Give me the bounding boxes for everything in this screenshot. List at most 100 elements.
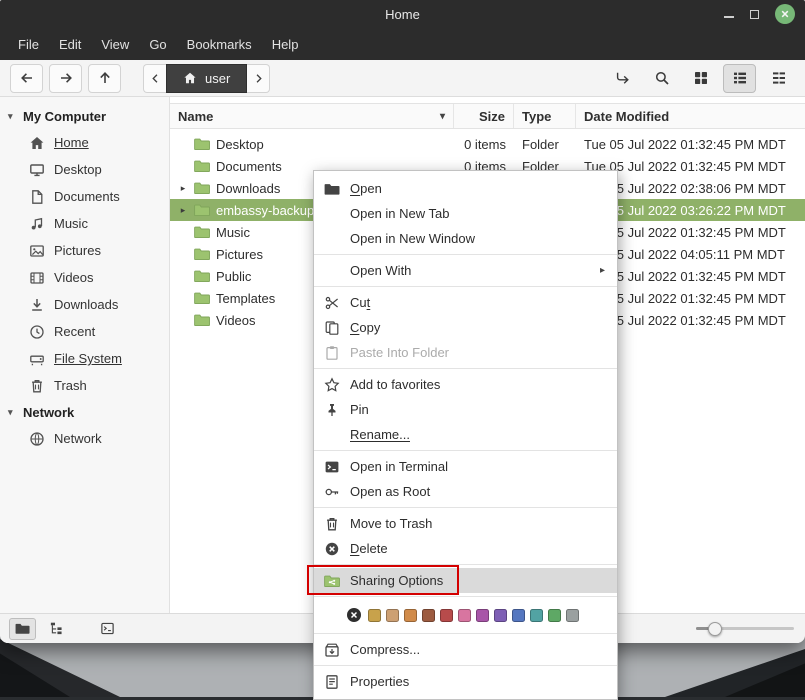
column-header-type[interactable]: Type (514, 104, 576, 128)
menu-item-label: Properties (350, 674, 409, 689)
sidebar-item-pictures[interactable]: Pictures (0, 237, 169, 264)
sidebar-item-home[interactable]: Home (0, 129, 169, 156)
zoom-slider[interactable] (696, 619, 794, 639)
menubar-item-help[interactable]: Help (262, 32, 309, 57)
menu-item-label: Open in New Window (350, 231, 475, 246)
sidebar-item-label: Trash (54, 378, 87, 393)
menubar-item-bookmarks[interactable]: Bookmarks (177, 32, 262, 57)
color-swatch[interactable] (530, 609, 543, 622)
menu-item-move-to-trash[interactable]: Move to Trash (314, 511, 617, 536)
up-button[interactable] (88, 64, 121, 93)
sidebar-item-desktop[interactable]: Desktop (0, 156, 169, 183)
file-name: Templates (216, 291, 275, 306)
trash-icon (324, 516, 340, 532)
color-swatch[interactable] (512, 609, 525, 622)
minimize-icon (724, 16, 734, 18)
color-swatch[interactable] (548, 609, 561, 622)
close-button[interactable] (775, 4, 795, 24)
back-button[interactable] (10, 64, 43, 93)
menu-item-open-in-new-window[interactable]: Open in New Window (314, 226, 617, 251)
column-header-date-modified[interactable]: Date Modified (576, 104, 805, 128)
menu-item-compress[interactable]: Compress... (314, 637, 617, 662)
sidebar-item-downloads[interactable]: Downloads (0, 291, 169, 318)
sidebar-item-network[interactable]: Network (0, 425, 169, 452)
terminal-icon (324, 459, 340, 475)
minimize-button[interactable] (724, 10, 734, 18)
sidebar-section-header[interactable]: ▾Network (0, 399, 169, 425)
color-swatch[interactable] (368, 609, 381, 622)
menu-item-label: Cut (350, 295, 370, 310)
color-swatch[interactable] (404, 609, 417, 622)
forward-button[interactable] (49, 64, 82, 93)
sidebar-item-file-system[interactable]: File System (0, 345, 169, 372)
submenu-arrow-icon: ▸ (600, 265, 605, 276)
breadcrumb-current[interactable]: user (166, 64, 247, 93)
sidebar-item-recent[interactable]: Recent (0, 318, 169, 345)
sidebar-item-documents[interactable]: Documents (0, 183, 169, 210)
color-swatch[interactable] (422, 609, 435, 622)
column-header-size[interactable]: Size (454, 104, 514, 128)
zoom-slider-handle[interactable] (708, 622, 722, 636)
menu-item-pin[interactable]: Pin (314, 397, 617, 422)
statusbar-button-statusbar-terminal[interactable] (94, 618, 121, 640)
statusbar-button-treeview[interactable] (43, 618, 70, 640)
folder-icon (194, 224, 210, 240)
color-swatch[interactable] (566, 609, 579, 622)
breadcrumb-scroll-right-button[interactable] (247, 64, 270, 93)
expander-triangle-icon[interactable]: ▸ (178, 205, 188, 216)
column-headers: Name▾SizeTypeDate Modified (170, 103, 805, 129)
search-button[interactable] (645, 64, 678, 93)
menu-item-rename[interactable]: Rename... (314, 422, 617, 447)
menu-item-open-with[interactable]: Open With▸ (314, 258, 617, 283)
file-name: Desktop (216, 137, 264, 152)
color-swatch[interactable] (458, 609, 471, 622)
menu-item-label: Compress... (350, 642, 420, 657)
menu-item-open-in-terminal[interactable]: Open in Terminal (314, 454, 617, 479)
favorite-star-icon (324, 377, 340, 393)
color-swatch[interactable] (440, 609, 453, 622)
sidebar-section-header[interactable]: ▾My Computer (0, 103, 169, 129)
delete-icon (324, 541, 340, 557)
collapse-triangle-icon[interactable]: ▾ (8, 111, 18, 122)
color-swatch[interactable] (494, 609, 507, 622)
menubar-item-file[interactable]: File (8, 32, 49, 57)
file-name: Music (216, 225, 250, 240)
sidebar-item-trash[interactable]: Trash (0, 372, 169, 399)
file-row-desktop[interactable]: Desktop0 itemsFolderTue 05 Jul 2022 01:3… (170, 133, 805, 155)
menubar-item-view[interactable]: View (91, 32, 139, 57)
color-swatch[interactable] (386, 609, 399, 622)
breadcrumb-scroll-left-button[interactable] (143, 64, 166, 93)
menu-item-sharing-options[interactable]: Sharing Options (314, 568, 617, 593)
color-swatch[interactable] (476, 609, 489, 622)
statusbar-button-places[interactable] (9, 618, 36, 640)
sidebar-item-videos[interactable]: Videos (0, 264, 169, 291)
compact-view-button[interactable] (762, 64, 795, 93)
menu-item-cut[interactable]: Cut (314, 290, 617, 315)
titlebar[interactable]: Home (0, 0, 805, 28)
menu-item-open[interactable]: Open (314, 176, 617, 201)
sidebar-item-label: Network (54, 431, 102, 446)
collapse-triangle-icon[interactable]: ▾ (8, 407, 18, 418)
list-view-icon (732, 70, 748, 86)
menu-item-properties[interactable]: Properties (314, 669, 617, 694)
trash-icon (29, 378, 45, 394)
list-view-button[interactable] (723, 64, 756, 93)
maximize-button[interactable] (750, 10, 759, 19)
column-header-name[interactable]: Name▾ (170, 104, 454, 128)
menu-item-copy[interactable]: Copy (314, 315, 617, 340)
icon-view-button[interactable] (684, 64, 717, 93)
toggle-location-entry-button[interactable] (606, 64, 639, 93)
menu-item-open-in-new-tab[interactable]: Open in New Tab (314, 201, 617, 226)
menubar-item-edit[interactable]: Edit (49, 32, 91, 57)
clear-color-swatch[interactable] (346, 607, 362, 623)
expander-triangle-icon[interactable]: ▸ (178, 183, 188, 194)
menu-item-add-to-favorites[interactable]: Add to favorites (314, 372, 617, 397)
menu-item-open-as-root[interactable]: Open as Root (314, 479, 617, 504)
menu-item-label: Pin (350, 402, 369, 417)
file-name: Public (216, 269, 251, 284)
maximize-icon (750, 10, 759, 19)
sidebar-item-music[interactable]: Music (0, 210, 169, 237)
menu-item-delete[interactable]: Delete (314, 536, 617, 561)
menubar-item-go[interactable]: Go (139, 32, 176, 57)
folder-icon (194, 312, 210, 328)
